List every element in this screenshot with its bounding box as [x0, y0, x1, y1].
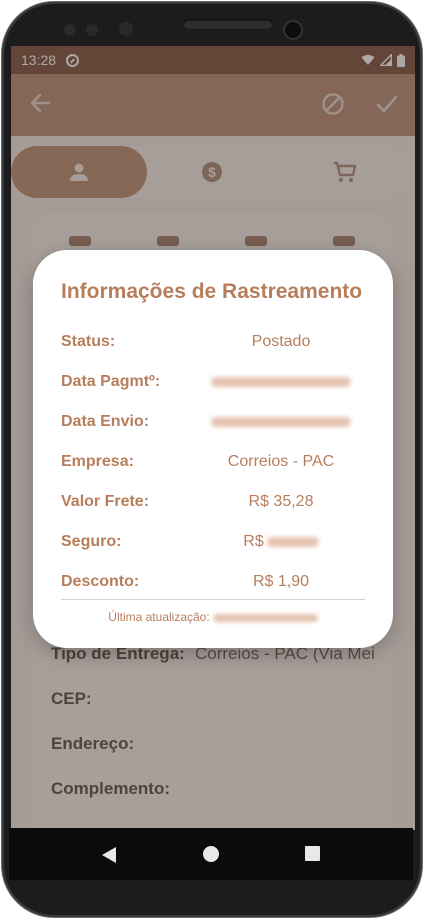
info-value: Postado: [251, 333, 311, 350]
info-value: Correios - PAC: [227, 453, 335, 470]
front-camera: [285, 22, 301, 38]
nav-home-icon[interactable]: [203, 846, 219, 862]
info-row-ship-date: Data Envio:: [61, 413, 371, 437]
redacted-text: [266, 536, 319, 547]
nav-recents-icon[interactable]: [305, 846, 320, 861]
info-row-carrier: Empresa: Correios - PAC: [61, 453, 371, 477]
front-sensor: [64, 24, 76, 36]
last-updated-label: Última atualização:: [108, 610, 210, 624]
nav-back-icon[interactable]: [101, 846, 117, 864]
redacted-text: [211, 416, 351, 427]
info-label: Desconto:: [61, 573, 140, 590]
last-updated-text: Última atualização:: [61, 610, 365, 624]
info-row-shipping-cost: Valor Frete: R$ 35,28: [61, 493, 371, 517]
info-row-insurance: Seguro: R$: [61, 533, 371, 557]
info-label: Data Pagmtº:: [61, 373, 161, 390]
info-row-status: Status: Postado: [61, 333, 371, 357]
info-value: R$: [181, 533, 381, 551]
redacted-text: [211, 376, 351, 387]
system-nav-bar: [9, 828, 413, 880]
info-row-discount: Desconto: R$ 1,90: [61, 573, 371, 597]
info-label: Data Envio:: [61, 413, 150, 430]
info-row-payment-date: Data Pagmtº:: [61, 373, 371, 397]
app-screen: 13:28 $ Tipo de Entrega: Correios - PAC …: [11, 46, 415, 830]
dialog-title: Informações de Rastreamento: [61, 280, 363, 303]
info-label: Empresa:: [61, 453, 134, 470]
info-label: Status:: [61, 333, 116, 350]
info-value: R$ 1,90: [252, 573, 310, 590]
info-value: R$ 35,28: [248, 493, 314, 510]
phone-frame: 13:28 $ Tipo de Entrega: Correios - PAC …: [2, 2, 422, 917]
info-value-redacted: [181, 413, 381, 431]
tracking-info-dialog: Informações de Rastreamento Status: Post…: [33, 250, 393, 648]
dialog-divider: [61, 599, 365, 600]
insurance-currency: R$: [243, 533, 264, 550]
info-label: Valor Frete:: [61, 493, 150, 510]
info-value-redacted: [181, 373, 381, 391]
info-label: Seguro:: [61, 533, 122, 550]
earpiece-speaker: [183, 19, 273, 29]
front-sensor: [119, 22, 133, 36]
front-sensor: [86, 24, 98, 36]
redacted-text: [212, 613, 318, 622]
